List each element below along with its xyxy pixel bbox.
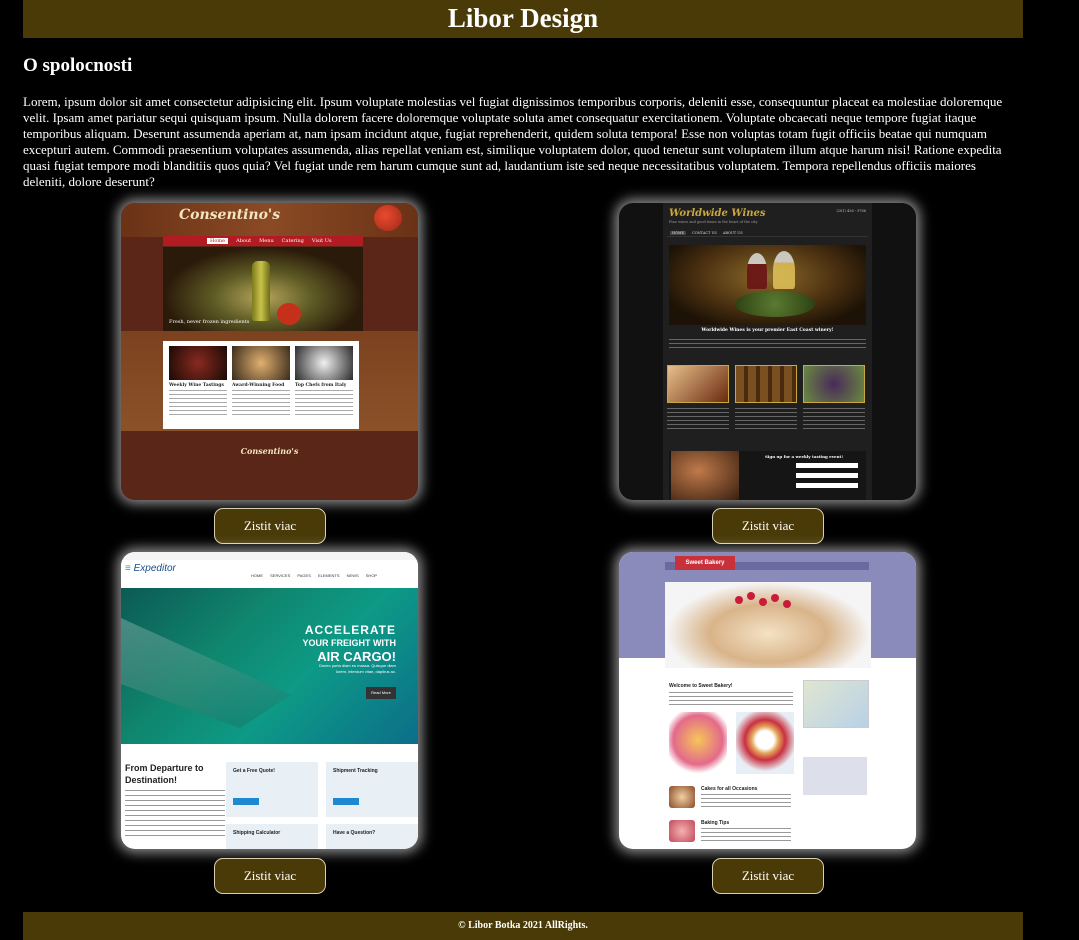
thumb-page: Worldwide Wines Fine wines and good time… xyxy=(663,203,872,500)
hours-table xyxy=(803,757,867,795)
feature-text xyxy=(232,390,290,418)
section-text xyxy=(125,790,225,840)
thumb-logo: Sweet Bakery xyxy=(675,556,735,570)
site-header: Libor Design xyxy=(23,0,1023,38)
thumb-phone: (281) 436 - 9786 xyxy=(836,209,866,213)
site-title: Libor Design xyxy=(447,3,599,33)
hero-line: AIR CARGO! xyxy=(317,649,396,664)
learn-more-button-2[interactable]: Zistit viac xyxy=(712,508,824,544)
hero-line: Donec porta diam eu massa. Quisque diam … xyxy=(319,663,396,674)
learn-more-button-3[interactable]: Zistit viac xyxy=(214,858,326,894)
project-card-2: Worldwide Wines Fine wines and good time… xyxy=(619,203,916,500)
info-box: Shipping Calculator xyxy=(226,824,318,849)
project-thumbnail-wine[interactable]: Worldwide Wines Fine wines and good time… xyxy=(619,203,916,500)
thumb-nav-item: Visit Us xyxy=(311,238,332,244)
row-title: Cakes for all Occasions xyxy=(701,786,758,792)
about-heading: O spolocnosti xyxy=(23,55,133,76)
thumb-nav-item: ABOUT US xyxy=(722,231,743,235)
info-box: Get a Free Quote! xyxy=(226,762,318,817)
thumb-nav: HOME CONTACT US ABOUT US xyxy=(667,230,868,237)
thumb-feature-panel: Weekly Wine Tastings Award-Winning Food … xyxy=(163,341,359,429)
thumb-text xyxy=(669,692,793,706)
people-photo xyxy=(671,451,739,500)
project-card-1: Consentino's Home About Menu Catering Vi… xyxy=(121,203,418,500)
thumb-hero-image: Fresh, never frozen ingredients xyxy=(163,247,363,331)
row-text xyxy=(701,828,791,842)
footer-text: © Libor Botka 2021 AllRights. xyxy=(458,920,588,931)
feature-title: Top Chefs from Italy xyxy=(295,383,347,388)
info-box: Have a Question? xyxy=(326,824,418,849)
thumb-subtitle: Fine wines and good times in the heart o… xyxy=(669,220,758,224)
learn-more-button-1[interactable]: Zistit viac xyxy=(214,508,326,544)
signup-form xyxy=(796,463,858,493)
feature-text xyxy=(295,390,353,418)
raspberry-icon xyxy=(783,600,791,608)
project-thumbnail-bakery[interactable]: Sweet Bakery Welcome to Sweet Bakery! Ca… xyxy=(619,552,916,849)
feature-title: Award-Winning Food xyxy=(232,383,285,388)
wine-bottles-photo xyxy=(667,365,729,403)
signup-heading: Sign up for a weekly tasting event! xyxy=(765,454,844,459)
raspberry-icon xyxy=(747,592,755,600)
dessert-photo xyxy=(736,712,794,774)
thumb-logo: Consentino's xyxy=(179,207,281,223)
thumb-hero-image xyxy=(669,245,866,325)
thumb-nav-item: CONTACT US xyxy=(692,231,717,235)
grapes-icon xyxy=(735,291,815,317)
oil-bottle-icon xyxy=(252,261,270,321)
thumb-topbar xyxy=(121,552,418,560)
project-thumbnail-restaurant[interactable]: Consentino's Home About Menu Catering Vi… xyxy=(121,203,418,500)
vineyard-photo xyxy=(803,365,865,403)
project-card-4: Sweet Bakery Welcome to Sweet Bakery! Ca… xyxy=(619,552,916,849)
cake-thumb xyxy=(669,786,695,808)
white-wine-glass-icon xyxy=(773,251,795,289)
thumb-footer-logo: Consentino's xyxy=(240,446,299,456)
cake-photo xyxy=(665,582,871,668)
column-text xyxy=(735,408,797,430)
thumb-nav-item: About xyxy=(236,238,252,244)
feature-title: Weekly Wine Tastings xyxy=(169,383,224,388)
map-image xyxy=(803,680,869,728)
baking-thumb xyxy=(669,820,695,842)
raspberry-icon xyxy=(735,596,743,604)
site-footer: © Libor Botka 2021 AllRights. xyxy=(23,912,1023,940)
info-box: Shipment Tracking xyxy=(326,762,418,817)
thumb-nav-item: Menu xyxy=(259,238,274,244)
thumb-tagline: Fresh, never frozen ingredients xyxy=(169,319,250,325)
tomato-icon xyxy=(277,303,301,325)
row-text xyxy=(701,794,791,808)
thumb-text xyxy=(669,339,866,349)
thumb-logo: ≡ Expeditor xyxy=(125,563,176,574)
column-text xyxy=(803,408,865,430)
thumb-hero-text: ACCELERATE YOUR FREIGHT WITH AIR CARGO! … xyxy=(303,624,397,675)
thumb-nav-item: Catering xyxy=(281,238,304,244)
food-photo xyxy=(232,346,290,380)
red-wine-glass-icon xyxy=(747,253,767,289)
thumb-welcome: Welcome to Sweet Bakery! xyxy=(669,683,733,689)
thumb-signup-section: Sign up for a weekly tasting event! xyxy=(669,451,866,500)
barrels-photo xyxy=(735,365,797,403)
thumb-menu: HOME SERVICES PAGES ELEMENTS NEWS SHOP xyxy=(251,573,378,578)
raspberry-icon xyxy=(771,594,779,602)
feature-text xyxy=(169,390,227,418)
column-text xyxy=(667,408,729,430)
wine-photo xyxy=(169,346,227,380)
row-title: Baking Tips xyxy=(701,820,730,826)
raspberry-icon xyxy=(759,598,767,606)
thumb-nav-item: Home xyxy=(207,238,229,244)
airplane-icon xyxy=(121,618,291,728)
thumb-nav-item: HOME xyxy=(670,231,687,235)
thumb-logo: Worldwide Wines xyxy=(669,208,766,219)
read-more-button: Read More xyxy=(366,687,396,699)
hero-line: ACCELERATE xyxy=(304,623,396,637)
learn-more-button-4[interactable]: Zistit viac xyxy=(712,858,824,894)
chef-photo xyxy=(295,346,353,380)
vegetables-icon xyxy=(374,205,402,231)
section-title: From Departure to Destination! xyxy=(125,763,204,785)
thumb-headline: Worldwide Wines is your premier East Coa… xyxy=(701,328,834,333)
project-card-3: ≡ Expeditor HOME SERVICES PAGES ELEMENTS… xyxy=(121,552,418,849)
project-thumbnail-cargo[interactable]: ≡ Expeditor HOME SERVICES PAGES ELEMENTS… xyxy=(121,552,418,849)
thumb-nav: Home About Menu Catering Visit Us xyxy=(163,236,363,246)
cake-slice-photo xyxy=(669,712,727,774)
about-text: Lorem, ipsum dolor sit amet consectetur … xyxy=(23,94,1003,189)
